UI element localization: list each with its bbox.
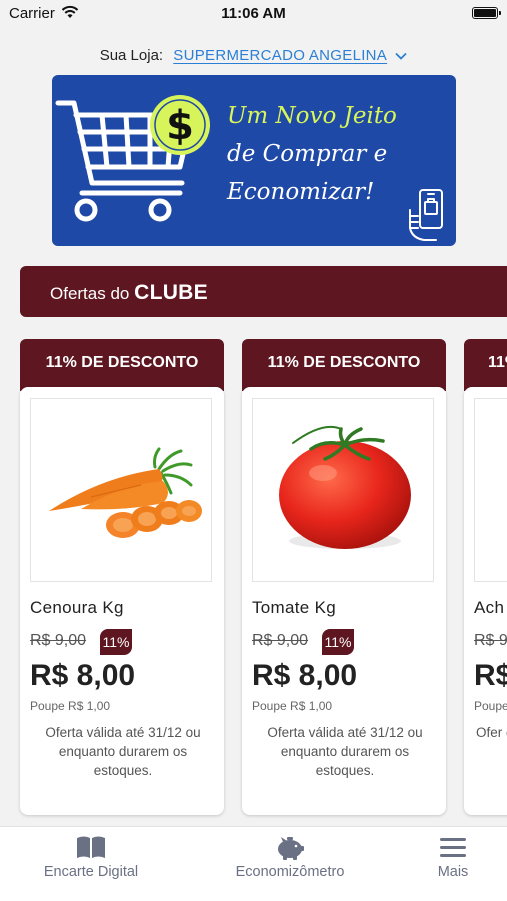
offer-card[interactable]: 11% DE DESCONTO: [20, 339, 224, 815]
status-bar: Carrier 11:06 AM: [0, 0, 507, 28]
tab-mais[interactable]: Mais: [418, 827, 488, 901]
section-header-club-offers: Ofertas do CLUBE: [20, 266, 507, 317]
battery-icon: [472, 7, 501, 19]
tomato-image: [279, 425, 411, 549]
book-icon: [77, 836, 105, 858]
discount-header: 11% DE DESCONTO: [242, 339, 446, 391]
piggy-bank-icon: [278, 837, 304, 860]
promo-banner[interactable]: $ Um Novo Jeito de Comprar e Economizar!: [52, 75, 456, 246]
old-price: R$ 9,00: [252, 632, 309, 649]
carrot-image: [49, 447, 202, 538]
savings-text: Poupe R$ 1,00: [252, 699, 333, 713]
discount-header: 11% DE DESCONTO: [20, 339, 224, 391]
store-selector[interactable]: Sua Loja: SUPERMERCADO ANGELINA: [0, 47, 507, 64]
menu-icon: [440, 838, 466, 857]
bottom-tab-bar: Encarte Digital Economizômetro Mais: [0, 826, 507, 901]
product-image-tomato[interactable]: [252, 398, 434, 582]
product-name: Ach: [474, 598, 505, 617]
tab-economizometro[interactable]: Economizômetro: [210, 827, 370, 901]
product-image-carrot[interactable]: [30, 398, 212, 582]
old-price: R$ 9: [474, 632, 507, 649]
tab-label: Economizômetro: [235, 864, 345, 880]
tab-label: Mais: [437, 864, 469, 880]
tab-label: Encarte Digital: [43, 864, 139, 880]
discount-header-label: 11%: [488, 354, 507, 371]
offer-validity: Oferta válida até 31/12 ou enquanto dura…: [267, 725, 423, 778]
new-price: R$: [474, 659, 507, 692]
savings-text: Poupe: [474, 699, 507, 713]
section-title-highlight: CLUBE: [134, 281, 208, 304]
banner-line-1: Um Novo Jeito: [227, 103, 397, 129]
discount-badge: 11%: [100, 629, 132, 655]
new-price: R$ 8,00: [30, 659, 136, 692]
offer-card[interactable]: 11% Ach R$ 9 R$ Poupe Ofer en: [464, 339, 507, 815]
new-price: R$ 8,00: [252, 659, 358, 692]
discount-header-label: 11% DE DESCONTO: [45, 354, 199, 371]
savings-text: Poupe R$ 1,00: [30, 699, 111, 713]
phone-in-hand-icon: [409, 189, 443, 241]
offer-card-body[interactable]: Cenoura Kg R$ 9,00 11% R$ 8,00 Poupe R$ …: [20, 387, 224, 815]
product-name: Tomate Kg: [252, 598, 336, 617]
store-name-link[interactable]: SUPERMERCADO ANGELINA: [173, 47, 387, 64]
product-image[interactable]: [474, 398, 507, 582]
product-name: Cenoura Kg: [30, 598, 124, 617]
chevron-down-icon[interactable]: [395, 52, 407, 60]
old-price: R$ 9,00: [30, 632, 87, 649]
offer-card-body[interactable]: Tomate Kg R$ 9,00 11% R$ 8,00 Poupe R$ 1…: [242, 387, 446, 815]
tab-encarte-digital[interactable]: Encarte Digital: [20, 827, 162, 901]
store-label: Sua Loja:: [99, 47, 164, 64]
clock: 11:06 AM: [221, 5, 286, 22]
offer-card[interactable]: 11% DE DESCONTO: [242, 339, 446, 815]
section-title-prefix: Ofertas do: [50, 284, 130, 303]
banner-line-2: de Comprar e: [227, 141, 388, 167]
dollar-sign-icon: $: [166, 103, 194, 149]
offers-carousel[interactable]: 11% DE DESCONTO Cenoura Kg R$ 9,00 11% R…: [0, 339, 507, 819]
offer-validity: Oferta válida até 31/12 ou enquanto dura…: [45, 725, 201, 778]
discount-badge: 11%: [322, 629, 354, 655]
discount-header-label: 11% DE DESCONTO: [267, 354, 421, 371]
offer-card-body[interactable]: Ach R$ 9 R$ Poupe Ofer en: [464, 387, 507, 815]
offer-validity: Ofer en: [476, 725, 507, 740]
discount-header: 11%: [464, 339, 507, 391]
